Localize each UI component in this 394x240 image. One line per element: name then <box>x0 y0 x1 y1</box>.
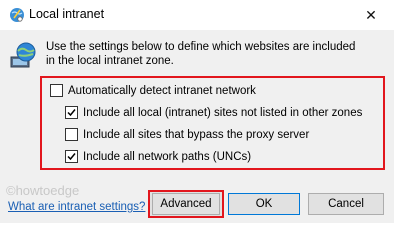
checkmark-icon <box>67 109 76 117</box>
option-bypass-proxy[interactable]: Include all sites that bypass the proxy … <box>65 128 309 141</box>
option-include-local-sites[interactable]: Include all local (intranet) sites not l… <box>65 106 362 119</box>
local-intranet-dialog: Local intranet ✕ Use the settings below … <box>0 0 394 223</box>
checkbox-include-local-sites[interactable] <box>65 106 78 119</box>
option-label: Include all sites that bypass the proxy … <box>83 128 310 141</box>
cancel-button[interactable]: Cancel <box>308 193 384 215</box>
window-title: Local intranet <box>29 7 105 21</box>
ok-button[interactable]: OK <box>228 193 300 215</box>
advanced-button[interactable]: Advanced <box>152 193 220 215</box>
option-auto-detect[interactable]: Automatically detect intranet network <box>50 84 256 97</box>
close-button[interactable]: ✕ <box>348 0 394 30</box>
checkmark-icon <box>67 153 76 161</box>
option-label: Automatically detect intranet network <box>68 84 256 97</box>
checkbox-bypass-proxy[interactable] <box>65 128 78 141</box>
option-label: Include all local (intranet) sites not l… <box>83 106 363 119</box>
checkbox-network-paths[interactable] <box>65 150 78 163</box>
checkbox-auto-detect[interactable] <box>50 84 63 97</box>
description-text: Use the settings below to define which w… <box>46 41 356 67</box>
watermark: ©howtoedge <box>6 183 80 198</box>
intranet-globe-icon <box>9 41 37 69</box>
help-link[interactable]: What are intranet settings? <box>8 201 145 213</box>
option-network-paths[interactable]: Include all network paths (UNCs) <box>65 150 251 163</box>
internet-options-icon <box>9 7 25 23</box>
option-label: Include all network paths (UNCs) <box>83 150 252 163</box>
close-icon: ✕ <box>365 6 377 23</box>
title-bar: Local intranet ✕ <box>0 0 394 30</box>
